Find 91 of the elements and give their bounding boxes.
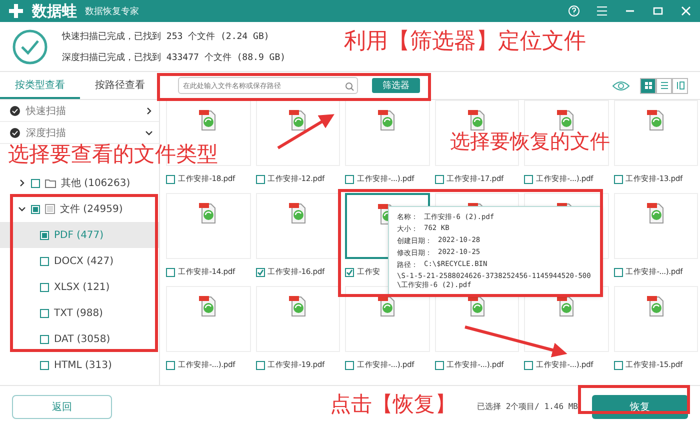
close-icon[interactable] xyxy=(680,5,692,17)
app-name: 数据蛙 xyxy=(32,2,77,20)
tree-item[interactable]: TXT (988) xyxy=(0,300,159,326)
pdf-file-icon xyxy=(377,109,398,131)
checkbox[interactable] xyxy=(40,334,49,344)
checkbox[interactable] xyxy=(345,268,354,276)
plus-logo-icon xyxy=(8,3,24,19)
check-badge-icon xyxy=(10,128,20,138)
scan-label[interactable]: 快速扫描 xyxy=(26,104,66,118)
pdf-file-icon xyxy=(288,109,308,131)
detail-view-button[interactable] xyxy=(672,78,688,94)
detail-icon xyxy=(676,81,684,90)
checkbox[interactable] xyxy=(166,174,175,184)
annotation-text: 选择要恢复的文件 xyxy=(450,128,610,155)
checkbox[interactable] xyxy=(166,268,175,276)
pdf-file-icon xyxy=(198,295,218,317)
pdf-file-icon xyxy=(198,202,218,224)
tree-label: HTML (313) xyxy=(54,360,112,370)
pdf-file-icon xyxy=(556,109,576,131)
tree-item[interactable]: XLSX (121) xyxy=(0,274,159,300)
checkbox[interactable] xyxy=(40,230,49,240)
checkbox[interactable] xyxy=(40,256,49,266)
checkbox[interactable] xyxy=(256,174,264,184)
pdf-file-icon xyxy=(288,295,308,317)
checkbox[interactable] xyxy=(345,360,354,370)
tree-item[interactable]: DAT (3058) xyxy=(0,326,159,352)
back-button[interactable]: 返回 xyxy=(12,394,112,418)
pdf-file-icon xyxy=(466,109,487,131)
chevron-down-icon[interactable] xyxy=(18,205,26,213)
view-tab[interactable]: 按类型查看 xyxy=(0,72,80,99)
scan-summary-text: 快速扫描已完成，已找到 253 个文件 (2.24 GB) xyxy=(62,30,270,42)
annotation-text: 选择要查看的文件类型 xyxy=(8,141,218,168)
annotation-text: 点击【恢复】 xyxy=(330,391,456,418)
grid-view-button[interactable] xyxy=(640,78,656,94)
checkbox[interactable] xyxy=(256,360,264,370)
pdf-file-icon xyxy=(288,202,308,224)
scan-summary-text: 深度扫描已完成，已找到 433477 个文件 (88.9 GB) xyxy=(62,52,286,64)
list-icon xyxy=(660,81,668,90)
tree-item[interactable]: HTML (313) xyxy=(0,352,159,378)
eye-icon[interactable] xyxy=(612,80,630,92)
pdf-file-icon xyxy=(198,109,218,131)
checkbox[interactable] xyxy=(166,360,175,370)
checkbox[interactable] xyxy=(256,268,264,276)
checkbox[interactable] xyxy=(434,360,444,370)
checkbox[interactable] xyxy=(345,174,354,184)
checkbox[interactable] xyxy=(614,360,622,370)
tree-item[interactable]: PDF (477) xyxy=(0,222,159,248)
tree-label: 其他 (106263) xyxy=(61,176,130,190)
list-view-button[interactable] xyxy=(656,78,672,94)
chevron-right-icon[interactable] xyxy=(18,179,26,187)
pdf-file-icon xyxy=(377,295,398,317)
checkbox[interactable] xyxy=(31,204,40,214)
pdf-file-icon xyxy=(556,295,576,317)
grid-icon xyxy=(644,81,652,90)
checkbox[interactable] xyxy=(40,282,49,292)
checkbox[interactable] xyxy=(524,360,533,370)
checkbox[interactable] xyxy=(614,174,622,184)
folder-icon xyxy=(45,178,56,188)
filter-button[interactable]: 筛选器 xyxy=(372,78,420,93)
tree-label: DAT (3058) xyxy=(54,334,110,344)
search-icon[interactable] xyxy=(345,82,354,91)
scan-label[interactable]: 深度扫描 xyxy=(26,126,66,140)
check-badge-icon xyxy=(10,106,20,116)
tree-label: PDF (477) xyxy=(54,230,104,240)
pdf-file-icon xyxy=(646,202,666,224)
check-circle-icon xyxy=(12,28,48,64)
chevron-down-icon[interactable] xyxy=(145,128,153,136)
tree-label: 文件 (24959) xyxy=(60,202,123,216)
help-icon[interactable] xyxy=(568,5,580,17)
maximize-icon[interactable] xyxy=(652,5,664,17)
pdf-file-icon xyxy=(646,295,666,317)
checkbox[interactable] xyxy=(40,308,49,318)
checkbox[interactable] xyxy=(434,174,444,184)
tree-item[interactable]: DOCX (427) xyxy=(0,248,159,274)
tree-label: XLSX (121) xyxy=(54,282,110,292)
pdf-file-icon xyxy=(646,109,666,131)
menu-icon[interactable] xyxy=(596,5,608,17)
tree-label: DOCX (427) xyxy=(54,256,114,266)
view-tab[interactable]: 按路径查看 xyxy=(80,72,160,99)
checkbox[interactable] xyxy=(614,268,622,276)
tree-label: TXT (988) xyxy=(54,308,103,318)
checkbox[interactable] xyxy=(40,360,49,370)
app-subtitle: 数据恢复专家 xyxy=(85,6,139,18)
document-icon xyxy=(45,204,55,214)
checkbox[interactable] xyxy=(31,178,40,188)
annotation-text: 利用【筛选器】定位文件 xyxy=(344,28,586,56)
checkbox[interactable] xyxy=(524,174,533,184)
chevron-right-icon[interactable] xyxy=(145,106,153,114)
pdf-file-icon xyxy=(466,295,487,317)
selection-status: 已选择 2个项目/ 1.46 MB xyxy=(477,401,578,412)
arrow xyxy=(277,114,334,150)
